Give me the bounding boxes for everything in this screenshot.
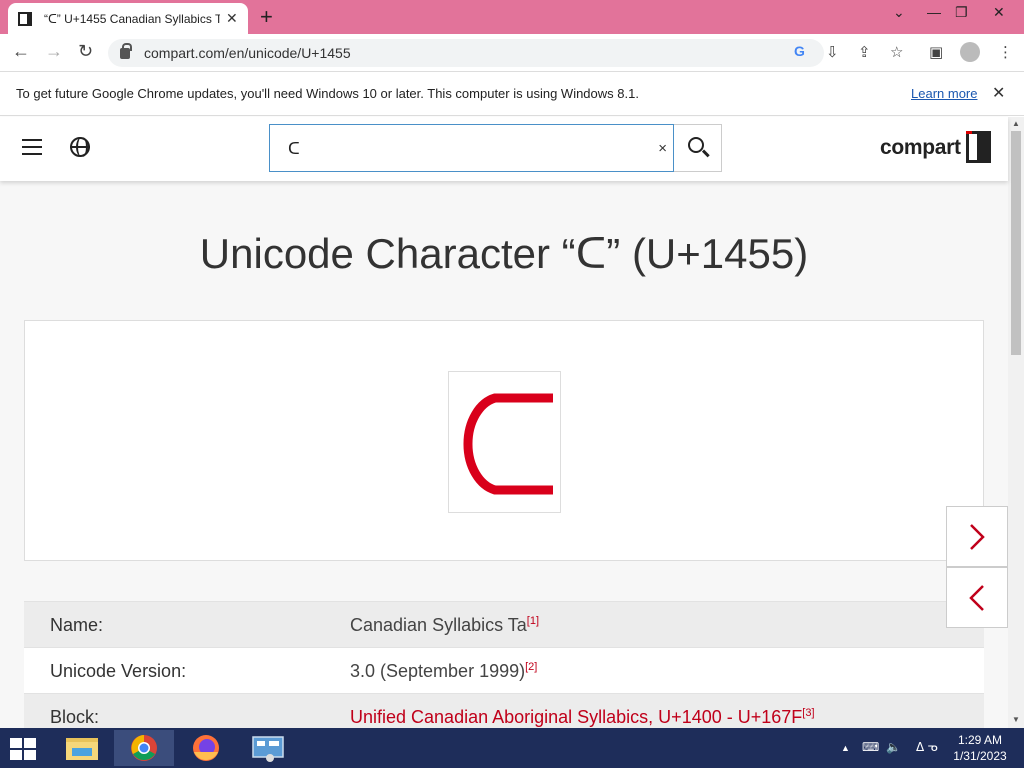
property-value: 3.0 (September 1999)[2] (350, 661, 538, 681)
property-label: Unicode Version: (50, 661, 187, 681)
tab-strip: “ᑕ” U+1455 Canadian Syllabics Ta ✕ + ⌄ —… (0, 0, 1024, 34)
tab-search-icon[interactable]: ⌄ (893, 4, 905, 21)
update-infobar: To get future Google Chrome updates, you… (0, 72, 1024, 116)
property-label: Block: (50, 707, 100, 727)
site-header: ᑕ × compart (0, 117, 1008, 181)
lock-icon[interactable] (120, 42, 132, 59)
block-link[interactable]: Unified Canadian Aboriginal Syllabics, U… (350, 707, 802, 727)
learn-more-link[interactable]: Learn more (911, 86, 977, 101)
scroll-up-icon[interactable]: ▲ (1012, 119, 1020, 128)
reference-link[interactable]: [2] (525, 661, 537, 673)
clock-time: 1:29 AM (957, 733, 1003, 747)
page-title: Unicode Character “ᑕ” (U+1455) (199, 230, 809, 277)
glyph-preview (448, 371, 561, 513)
firefox-taskbar-icon[interactable] (176, 730, 236, 766)
glyph-card (24, 320, 984, 561)
forward-arrow-icon[interactable]: → (45, 41, 63, 62)
url-text[interactable]: compart.com/en/unicode/U+1455 (144, 45, 351, 61)
globe-language-icon[interactable] (70, 137, 90, 157)
tab-title: “ᑕ” U+1455 Canadian Syllabics Ta (44, 11, 220, 26)
restore-button[interactable]: ❐ (955, 4, 968, 21)
search-clear-icon[interactable]: × (658, 140, 667, 157)
back-arrow-icon[interactable]: ← (12, 41, 30, 62)
reference-link[interactable]: [3] (802, 707, 814, 719)
start-button[interactable] (10, 738, 38, 760)
table-row: Unicode Version: 3.0 (September 1999)[2] (24, 647, 984, 693)
reference-link[interactable]: [1] (527, 615, 539, 627)
input-method-indicator[interactable]: ᐃ ᓀ (916, 740, 938, 754)
side-panel-icon[interactable]: ▣ (929, 43, 943, 61)
property-label: Name: (50, 615, 104, 635)
browser-toolbar: ← → ↻ compart.com/en/unicode/U+1455 G ⇩ … (0, 34, 1024, 72)
windows-taskbar: ▲ ⌨ 🔈 ᐃ ᓀ 1:29 AM 1/31/2023 (0, 728, 1024, 768)
property-value: Unified Canadian Aboriginal Syllabics, U… (350, 707, 815, 728)
share-icon[interactable]: ⇪ (858, 43, 871, 61)
infobar-close-icon[interactable]: ✕ (992, 83, 1005, 103)
new-tab-button[interactable]: + (260, 4, 273, 30)
minimize-button[interactable]: — (927, 4, 941, 20)
infobar-message: To get future Google Chrome updates, you… (16, 86, 639, 101)
chrome-taskbar-icon[interactable] (114, 730, 174, 766)
browser-tab[interactable]: “ᑕ” U+1455 Canadian Syllabics Ta ✕ (8, 3, 248, 34)
search-input[interactable]: ᑕ × (269, 124, 674, 172)
previous-character-button[interactable] (946, 567, 1008, 628)
bookmark-star-icon[interactable]: ☆ (890, 43, 903, 61)
page-scrollbar[interactable]: ▲ ▼ (1008, 117, 1024, 728)
compart-favicon-icon (18, 11, 32, 26)
hamburger-menu-icon[interactable] (22, 139, 42, 155)
chevron-right-icon (970, 524, 985, 550)
page-content: Unicode Character “ᑕ” (U+1455) Name: Can… (0, 181, 1008, 728)
profile-avatar[interactable] (960, 42, 980, 62)
scroll-down-icon[interactable]: ▼ (1012, 715, 1020, 724)
volume-icon[interactable]: 🔈 (886, 740, 901, 754)
chevron-left-icon (969, 585, 984, 611)
next-character-button[interactable] (946, 506, 1008, 567)
more-menu-icon[interactable]: ⋮ (998, 43, 1013, 61)
property-value: Canadian Syllabics Ta[1] (350, 615, 540, 635)
tray-overflow-icon[interactable]: ▲ (841, 743, 850, 753)
reload-icon[interactable]: ↻ (78, 41, 93, 62)
properties-table: Name: Canadian Syllabics Ta[1] Unicode V… (24, 601, 984, 728)
table-row: Name: Canadian Syllabics Ta[1] (24, 601, 984, 647)
compart-logo-icon[interactable] (966, 131, 991, 163)
install-app-icon[interactable]: ⇩ (826, 43, 839, 61)
control-panel-icon[interactable] (238, 730, 298, 766)
google-lens-icon[interactable]: G (794, 43, 805, 59)
system-clock[interactable]: 1:29 AM 1/31/2023 (948, 732, 1012, 764)
scroll-thumb[interactable] (1011, 131, 1021, 355)
file-explorer-icon[interactable] (52, 730, 112, 766)
clock-date: 1/31/2023 (953, 749, 1007, 763)
compart-logo-text[interactable]: compart (880, 136, 961, 160)
glyph-image (463, 393, 553, 495)
window-close-button[interactable]: ✕ (993, 4, 1005, 21)
address-bar[interactable]: compart.com/en/unicode/U+1455 (108, 39, 824, 67)
tab-close-icon[interactable]: ✕ (226, 10, 238, 27)
search-value[interactable]: ᑕ (288, 139, 300, 159)
network-icon[interactable]: ⌨ (862, 740, 879, 754)
table-row: Block: Unified Canadian Aboriginal Sylla… (24, 693, 984, 728)
search-button[interactable] (674, 124, 722, 172)
